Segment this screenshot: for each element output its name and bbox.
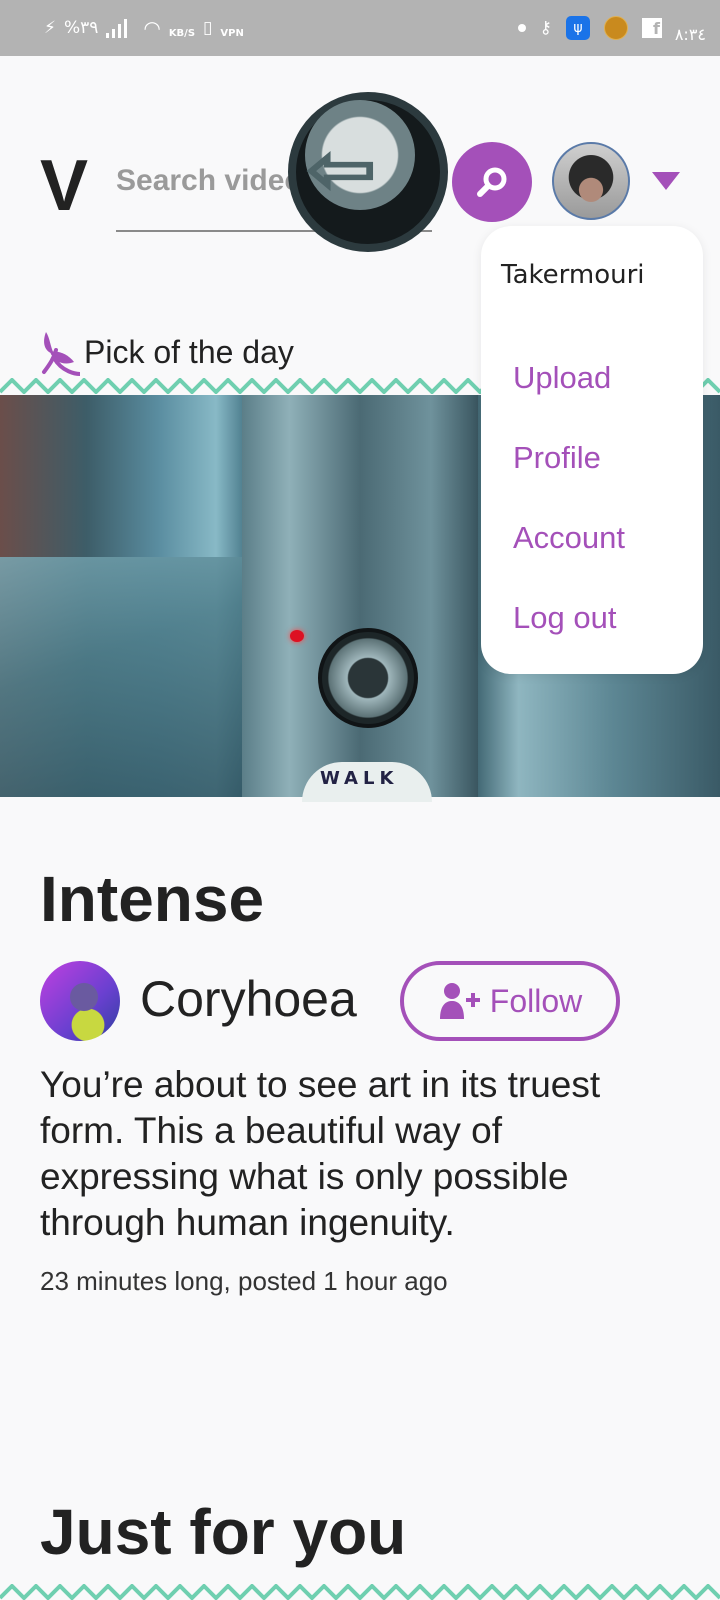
search-button[interactable]	[452, 142, 532, 222]
battery-level: %٣٩	[63, 18, 99, 38]
vpn-icon: VPN	[220, 27, 244, 39]
arrow-left-icon: ⇦	[306, 130, 377, 208]
status-bar: ⚡ %٣٩ ◠ KB/S ▯ VPN ⚷ ψ f ٨:٣٤	[0, 0, 720, 56]
video-meta: 23 minutes long, posted 1 hour ago	[40, 1266, 448, 1296]
video-title[interactable]: Intense	[40, 862, 264, 936]
network-speed: KB/S	[168, 27, 196, 39]
key-icon: ⚷	[539, 18, 552, 38]
wifi-icon: ◠	[143, 16, 161, 40]
author-name[interactable]: Coryhoea	[140, 970, 357, 1028]
video-description: You’re about to see art in its truest fo…	[40, 1064, 601, 1243]
author-avatar[interactable]	[40, 961, 120, 1041]
facebook-icon: f	[642, 18, 662, 38]
pick-of-the-day-label: Pick of the day	[84, 333, 294, 370]
zigzag-divider-bottom	[0, 1584, 720, 1600]
add-user-icon	[439, 983, 480, 1019]
charging-icon: ⚡	[44, 18, 56, 38]
menu-item-log-out[interactable]: Log out	[513, 600, 616, 636]
menu-item-account[interactable]: Account	[513, 520, 625, 556]
menu-item-profile[interactable]: Profile	[513, 440, 601, 476]
usb-icon: ψ	[566, 16, 590, 40]
follow-label: Follow	[489, 982, 583, 1019]
follow-button[interactable]: Follow	[400, 961, 620, 1041]
menu-item-upload[interactable]: Upload	[513, 360, 611, 396]
dot-icon	[517, 24, 526, 32]
app-logo[interactable]: V	[40, 150, 88, 222]
walk-sign-text: WALK	[320, 768, 399, 789]
menu-username: Takermouri	[501, 260, 645, 290]
vibrate-icon: ▯	[203, 18, 213, 38]
coin-icon	[604, 16, 628, 40]
search-icon	[477, 167, 507, 197]
clock: ٨:٣٤	[674, 25, 706, 44]
section-title: Just for you	[40, 1496, 407, 1568]
chevron-down-icon[interactable]	[652, 172, 680, 190]
user-avatar[interactable]	[552, 142, 630, 220]
pick-of-the-day-heading: Pick of the day	[40, 328, 294, 376]
leaf-icon	[42, 332, 80, 376]
user-dropdown-menu: Takermouri Upload Profile Account Log ou…	[481, 226, 703, 674]
signal-icon	[106, 18, 128, 38]
